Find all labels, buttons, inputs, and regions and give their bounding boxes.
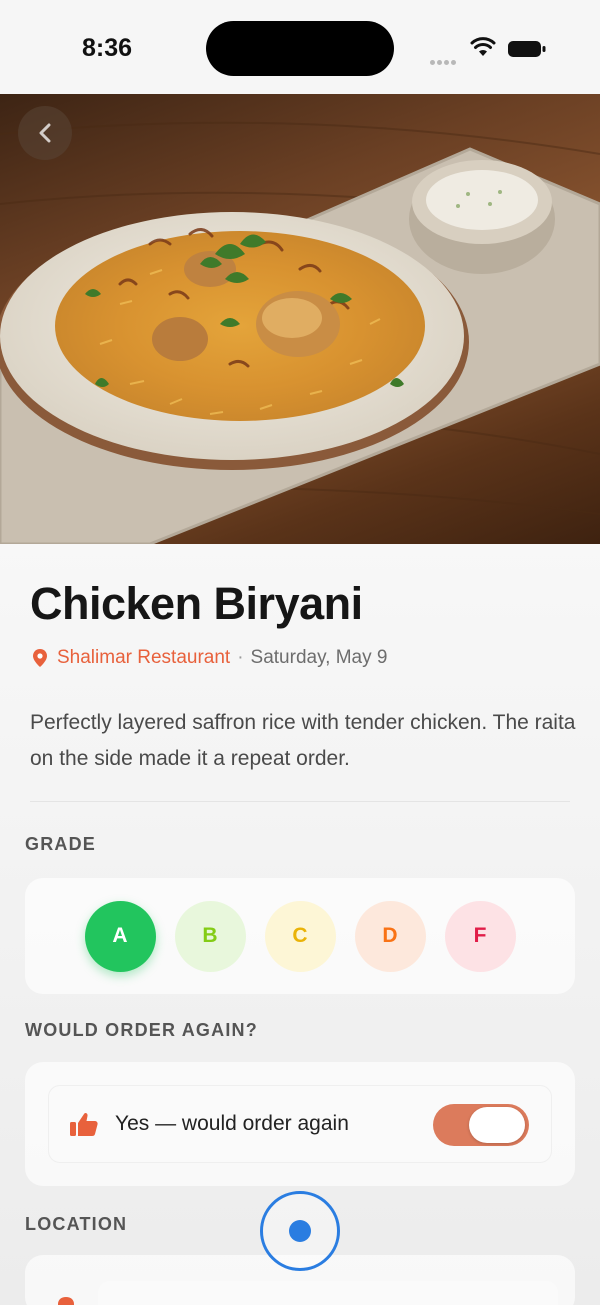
order-again-section-label: WOULD ORDER AGAIN? xyxy=(25,1020,258,1040)
back-button[interactable] xyxy=(18,106,72,160)
order-again-card: Yes — would order again xyxy=(25,1062,575,1186)
dish-title: Chicken Biryani xyxy=(30,578,363,629)
location-pin-icon xyxy=(58,1297,74,1305)
order-again-toggle[interactable] xyxy=(433,1104,529,1146)
chevron-left-icon xyxy=(39,123,51,143)
toggle-knob xyxy=(469,1107,525,1143)
dynamic-island xyxy=(206,21,394,76)
location-section-label: LOCATION xyxy=(25,1214,128,1234)
battery-icon xyxy=(508,41,546,57)
grade-selector: ABCDF xyxy=(25,878,575,994)
thumbs-up-icon xyxy=(70,1112,98,1136)
location-pin-icon xyxy=(33,649,47,667)
grade-option-a[interactable]: A xyxy=(84,900,156,972)
location-field[interactable] xyxy=(98,1281,558,1305)
dish-photo xyxy=(0,94,600,544)
grade-option-c[interactable]: C xyxy=(264,900,336,972)
status-time: 8:36 xyxy=(82,34,133,62)
grade-section-label: GRADE xyxy=(25,834,97,854)
grade-option-d[interactable]: D xyxy=(354,900,426,972)
wifi-icon xyxy=(470,37,496,56)
order-again-row[interactable]: Yes — would order again xyxy=(48,1085,552,1163)
dish-meta: Shalimar Restaurant · Saturday, May 9 xyxy=(33,645,387,671)
status-bar: 8:36 xyxy=(0,0,600,94)
grade-option-b[interactable]: B xyxy=(174,900,246,972)
record-dot-icon xyxy=(289,1220,311,1242)
grade-option-f[interactable]: F xyxy=(444,900,516,972)
grade-card: ABCDF xyxy=(25,878,575,994)
meta-separator: · xyxy=(237,647,244,668)
restaurant-link[interactable]: Shalimar Restaurant xyxy=(57,647,230,669)
dish-date: Saturday, May 9 xyxy=(250,647,388,668)
dish-description: Perfectly layered saffron rice with tend… xyxy=(30,711,576,770)
floating-action-button[interactable] xyxy=(260,1191,340,1271)
cellular-signal-icon xyxy=(430,52,462,65)
divider xyxy=(30,801,570,802)
order-again-label: Yes — would order again xyxy=(115,1112,349,1135)
